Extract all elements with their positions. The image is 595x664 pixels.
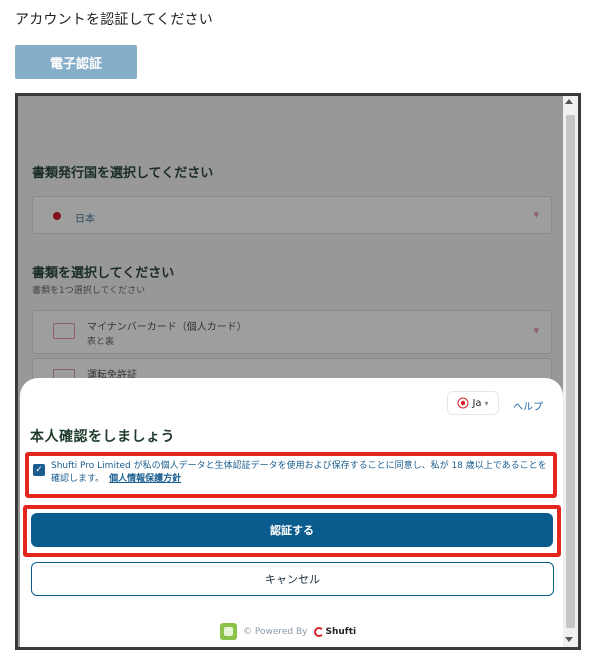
page-title: アカウントを認証してください: [15, 12, 213, 28]
consent-highlight-box: ✓ Shufti Pro Limited が私の個人データと生体認証データを使用…: [25, 452, 557, 498]
language-label: Ja: [472, 397, 482, 409]
globe-icon: [457, 397, 469, 409]
help-link[interactable]: ヘルプ: [513, 398, 543, 413]
shufti-brand-label: Shufti: [325, 626, 357, 637]
cancel-button[interactable]: キャンセル: [31, 562, 554, 596]
green-app-icon: [220, 623, 237, 640]
modal-title: 本人確認をしましょう: [30, 429, 175, 445]
verify-button[interactable]: 認証する: [31, 513, 553, 547]
verification-iframe: 書類発行国を選択してください 日本 ▾ 書類を選択してください 書類を1つ選択し…: [15, 93, 581, 650]
caret-down-icon: ▾: [484, 398, 489, 408]
electronic-verification-button[interactable]: 電子認証: [15, 45, 137, 79]
shufti-brand: Shufti: [313, 626, 357, 637]
consent-checkbox[interactable]: ✓: [33, 464, 45, 476]
scroll-down-arrow-icon[interactable]: [565, 637, 573, 642]
verify-button-highlight: 認証する: [23, 505, 561, 557]
consent-text: Shufti Pro Limited が私の個人データと生体認証データを使用およ…: [51, 460, 551, 486]
scroll-up-arrow-icon[interactable]: [565, 99, 573, 104]
consent-modal: Ja ▾ ヘルプ 本人確認をしましょう ✓ Shufti Pro Limited…: [20, 378, 563, 647]
scroll-thumb[interactable]: [566, 115, 575, 628]
privacy-policy-link[interactable]: 個人情報保護方針: [109, 474, 181, 484]
shufti-logo-icon: [313, 626, 324, 637]
scrollbar[interactable]: [563, 96, 578, 647]
language-selector[interactable]: Ja ▾: [447, 391, 499, 415]
powered-by-text: © Powered By: [243, 626, 308, 637]
checkmark-icon: ✓: [35, 465, 43, 475]
powered-by-footer: © Powered By Shufti: [220, 623, 356, 640]
